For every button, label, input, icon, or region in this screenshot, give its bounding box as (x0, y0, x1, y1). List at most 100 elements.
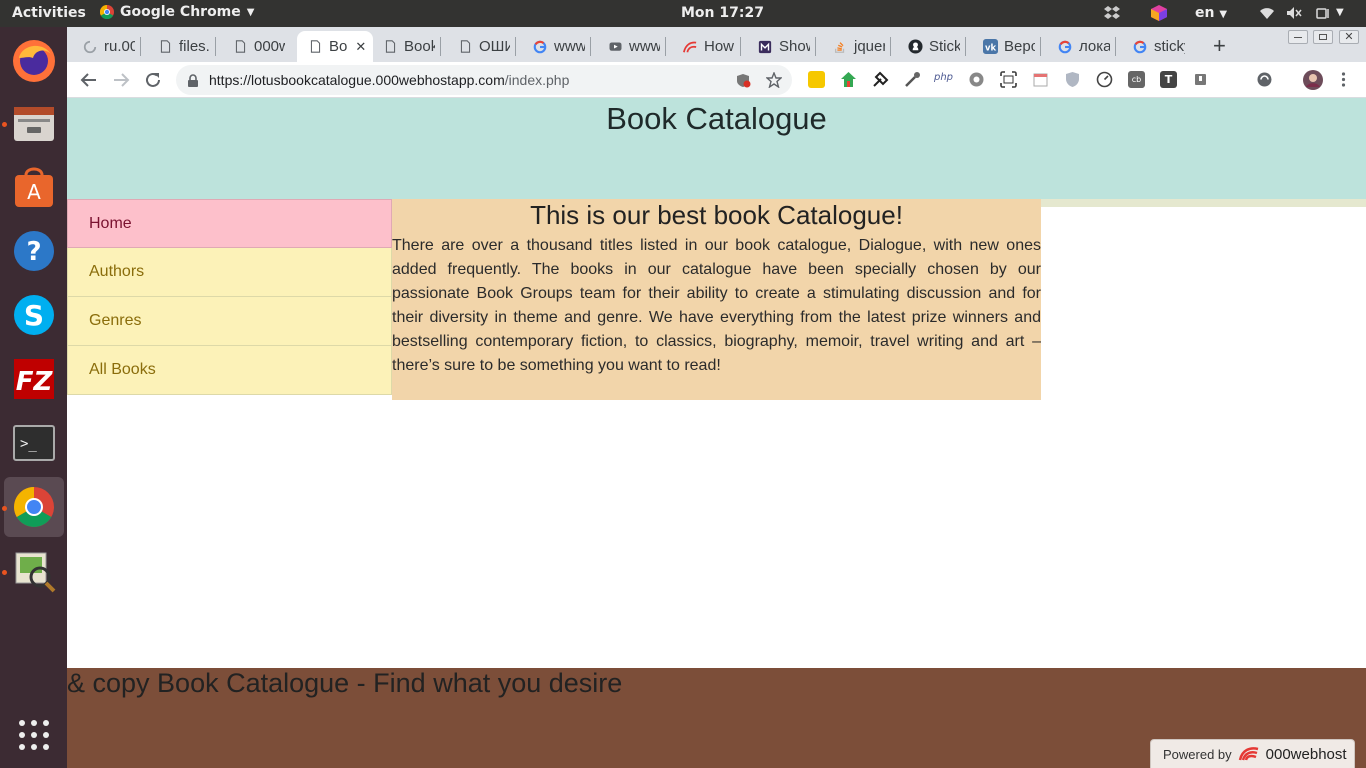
image-viewer-icon (15, 552, 56, 593)
arrow-right-icon (114, 73, 130, 87)
doc-icon (232, 39, 248, 55)
app-menu-label: Google Chrome (120, 4, 241, 20)
tab[interactable]: sticky (1122, 31, 1185, 62)
wifi-icon[interactable] (1258, 4, 1276, 22)
ext-keep-icon[interactable] (808, 71, 825, 88)
tab-title: sticky (1154, 38, 1185, 55)
help-launcher[interactable]: ? (4, 221, 64, 281)
star-icon[interactable] (766, 72, 782, 88)
tab[interactable]: vk Верс (972, 31, 1035, 62)
dropbox-icon[interactable] (1103, 4, 1121, 22)
chrome-launcher[interactable] (4, 477, 64, 537)
tab[interactable]: Show (747, 31, 810, 62)
loading-icon (82, 39, 98, 55)
ext-home-icon[interactable] (840, 71, 857, 88)
tab-title: 000w (254, 38, 285, 55)
tab-separator (1115, 37, 1116, 56)
tab[interactable]: Book (372, 31, 435, 62)
terminal-launcher[interactable]: >_ (4, 413, 64, 473)
software-center-icon: A (15, 167, 53, 207)
activities-button[interactable]: Activities (12, 5, 86, 21)
tab-separator (440, 37, 441, 56)
ext-gear-icon[interactable] (968, 71, 985, 88)
ext-shield-icon[interactable] (1064, 71, 1081, 88)
language-indicator[interactable]: en ▼ (1195, 5, 1227, 21)
clock[interactable]: Mon 17:27 (681, 5, 764, 21)
tab-title: лока (1079, 38, 1110, 55)
tab-separator (590, 37, 591, 56)
ext-record-icon[interactable] (1192, 71, 1209, 88)
tab[interactable]: www (597, 31, 660, 62)
tab[interactable]: ru.00 (72, 31, 135, 62)
tab-title: ОШИ (479, 38, 510, 55)
site-title: Book Catalogue (606, 101, 827, 136)
000webhost-icon (682, 39, 698, 55)
tab[interactable]: www (522, 31, 585, 62)
ext-screenshot-icon[interactable] (1000, 71, 1017, 88)
tab[interactable]: 000w (222, 31, 285, 62)
tab-separator (215, 37, 216, 56)
maximize-button[interactable] (1313, 30, 1333, 44)
reload-icon (146, 72, 160, 87)
blocked-popup-icon[interactable] (736, 73, 751, 88)
tab-separator (665, 37, 666, 56)
ext-t-icon[interactable]: T (1160, 71, 1177, 88)
reload-button[interactable] (142, 69, 164, 91)
tab-strip: ru.00 files. 000w Bo ✕ Book ОШИ www www How Show jq… (67, 27, 1366, 62)
site-header: Book Catalogue (67, 98, 1366, 201)
volume-icon[interactable] (1285, 4, 1303, 22)
ext-speedometer-icon[interactable] (1096, 71, 1113, 88)
tab-active[interactable]: Bo ✕ (297, 31, 373, 62)
sync-icon[interactable] (1256, 71, 1273, 88)
svg-text:S: S (24, 299, 44, 332)
close-tab-icon[interactable]: ✕ (355, 39, 366, 55)
filezilla-launcher[interactable]: FZ (4, 349, 64, 409)
nav-home-link[interactable]: Home (67, 199, 392, 248)
tab-title: jquer (854, 38, 885, 55)
doc-icon (307, 39, 323, 55)
ext-php-icon[interactable]: php (934, 72, 953, 83)
tab[interactable]: files. (147, 31, 210, 62)
new-tab-button[interactable]: + (1213, 33, 1226, 59)
nav-authors-link[interactable]: Authors (67, 248, 392, 297)
firefox-launcher[interactable] (4, 31, 64, 91)
doc-icon (382, 39, 398, 55)
powered-by-badge[interactable]: Powered by 000webhost (1150, 739, 1355, 768)
files-icon (14, 107, 54, 141)
power-icon[interactable] (1314, 4, 1332, 22)
main-heading: This is our best book Catalogue! (530, 200, 903, 230)
show-applications-button[interactable] (4, 705, 64, 765)
app-menu[interactable]: Google Chrome ▼ (100, 4, 254, 20)
ext-tool-icon[interactable] (872, 71, 889, 88)
files-launcher[interactable] (4, 93, 64, 153)
svg-text:?: ? (26, 237, 41, 267)
url-path: /index.php (504, 72, 570, 88)
color-cube-icon[interactable] (1150, 4, 1168, 22)
tab[interactable]: ОШИ (447, 31, 510, 62)
tab-title: Bo (329, 38, 348, 55)
vk-icon: vk (982, 39, 998, 55)
more-menu-icon[interactable] (1335, 71, 1352, 88)
tab[interactable]: How (672, 31, 735, 62)
profile-avatar[interactable] (1303, 70, 1323, 90)
ext-eyedropper-icon[interactable] (904, 71, 921, 88)
close-window-button[interactable]: ✕ (1339, 30, 1359, 44)
minimize-button[interactable] (1288, 30, 1308, 44)
tab[interactable]: Stick (897, 31, 960, 62)
svg-text:>_: >_ (20, 436, 37, 452)
ext-calendar-icon[interactable] (1032, 71, 1049, 88)
software-center-launcher[interactable]: A (4, 157, 64, 217)
skype-launcher[interactable]: S (4, 285, 64, 345)
forward-button[interactable] (110, 69, 132, 91)
tab-title: www (554, 38, 585, 55)
lock-icon (188, 74, 198, 87)
back-button[interactable] (78, 69, 100, 91)
url-text[interactable]: https://lotusbookcatalogue.000webhostapp… (209, 72, 569, 88)
tab[interactable]: jquer (822, 31, 885, 62)
ext-cb-icon[interactable]: cb (1128, 71, 1145, 88)
image-viewer-launcher[interactable] (4, 541, 64, 601)
nav-genres-link[interactable]: Genres (67, 297, 392, 346)
nav-all-books-link[interactable]: All Books (67, 346, 392, 395)
address-bar[interactable]: https://lotusbookcatalogue.000webhostapp… (176, 65, 792, 95)
tab[interactable]: лока (1047, 31, 1110, 62)
